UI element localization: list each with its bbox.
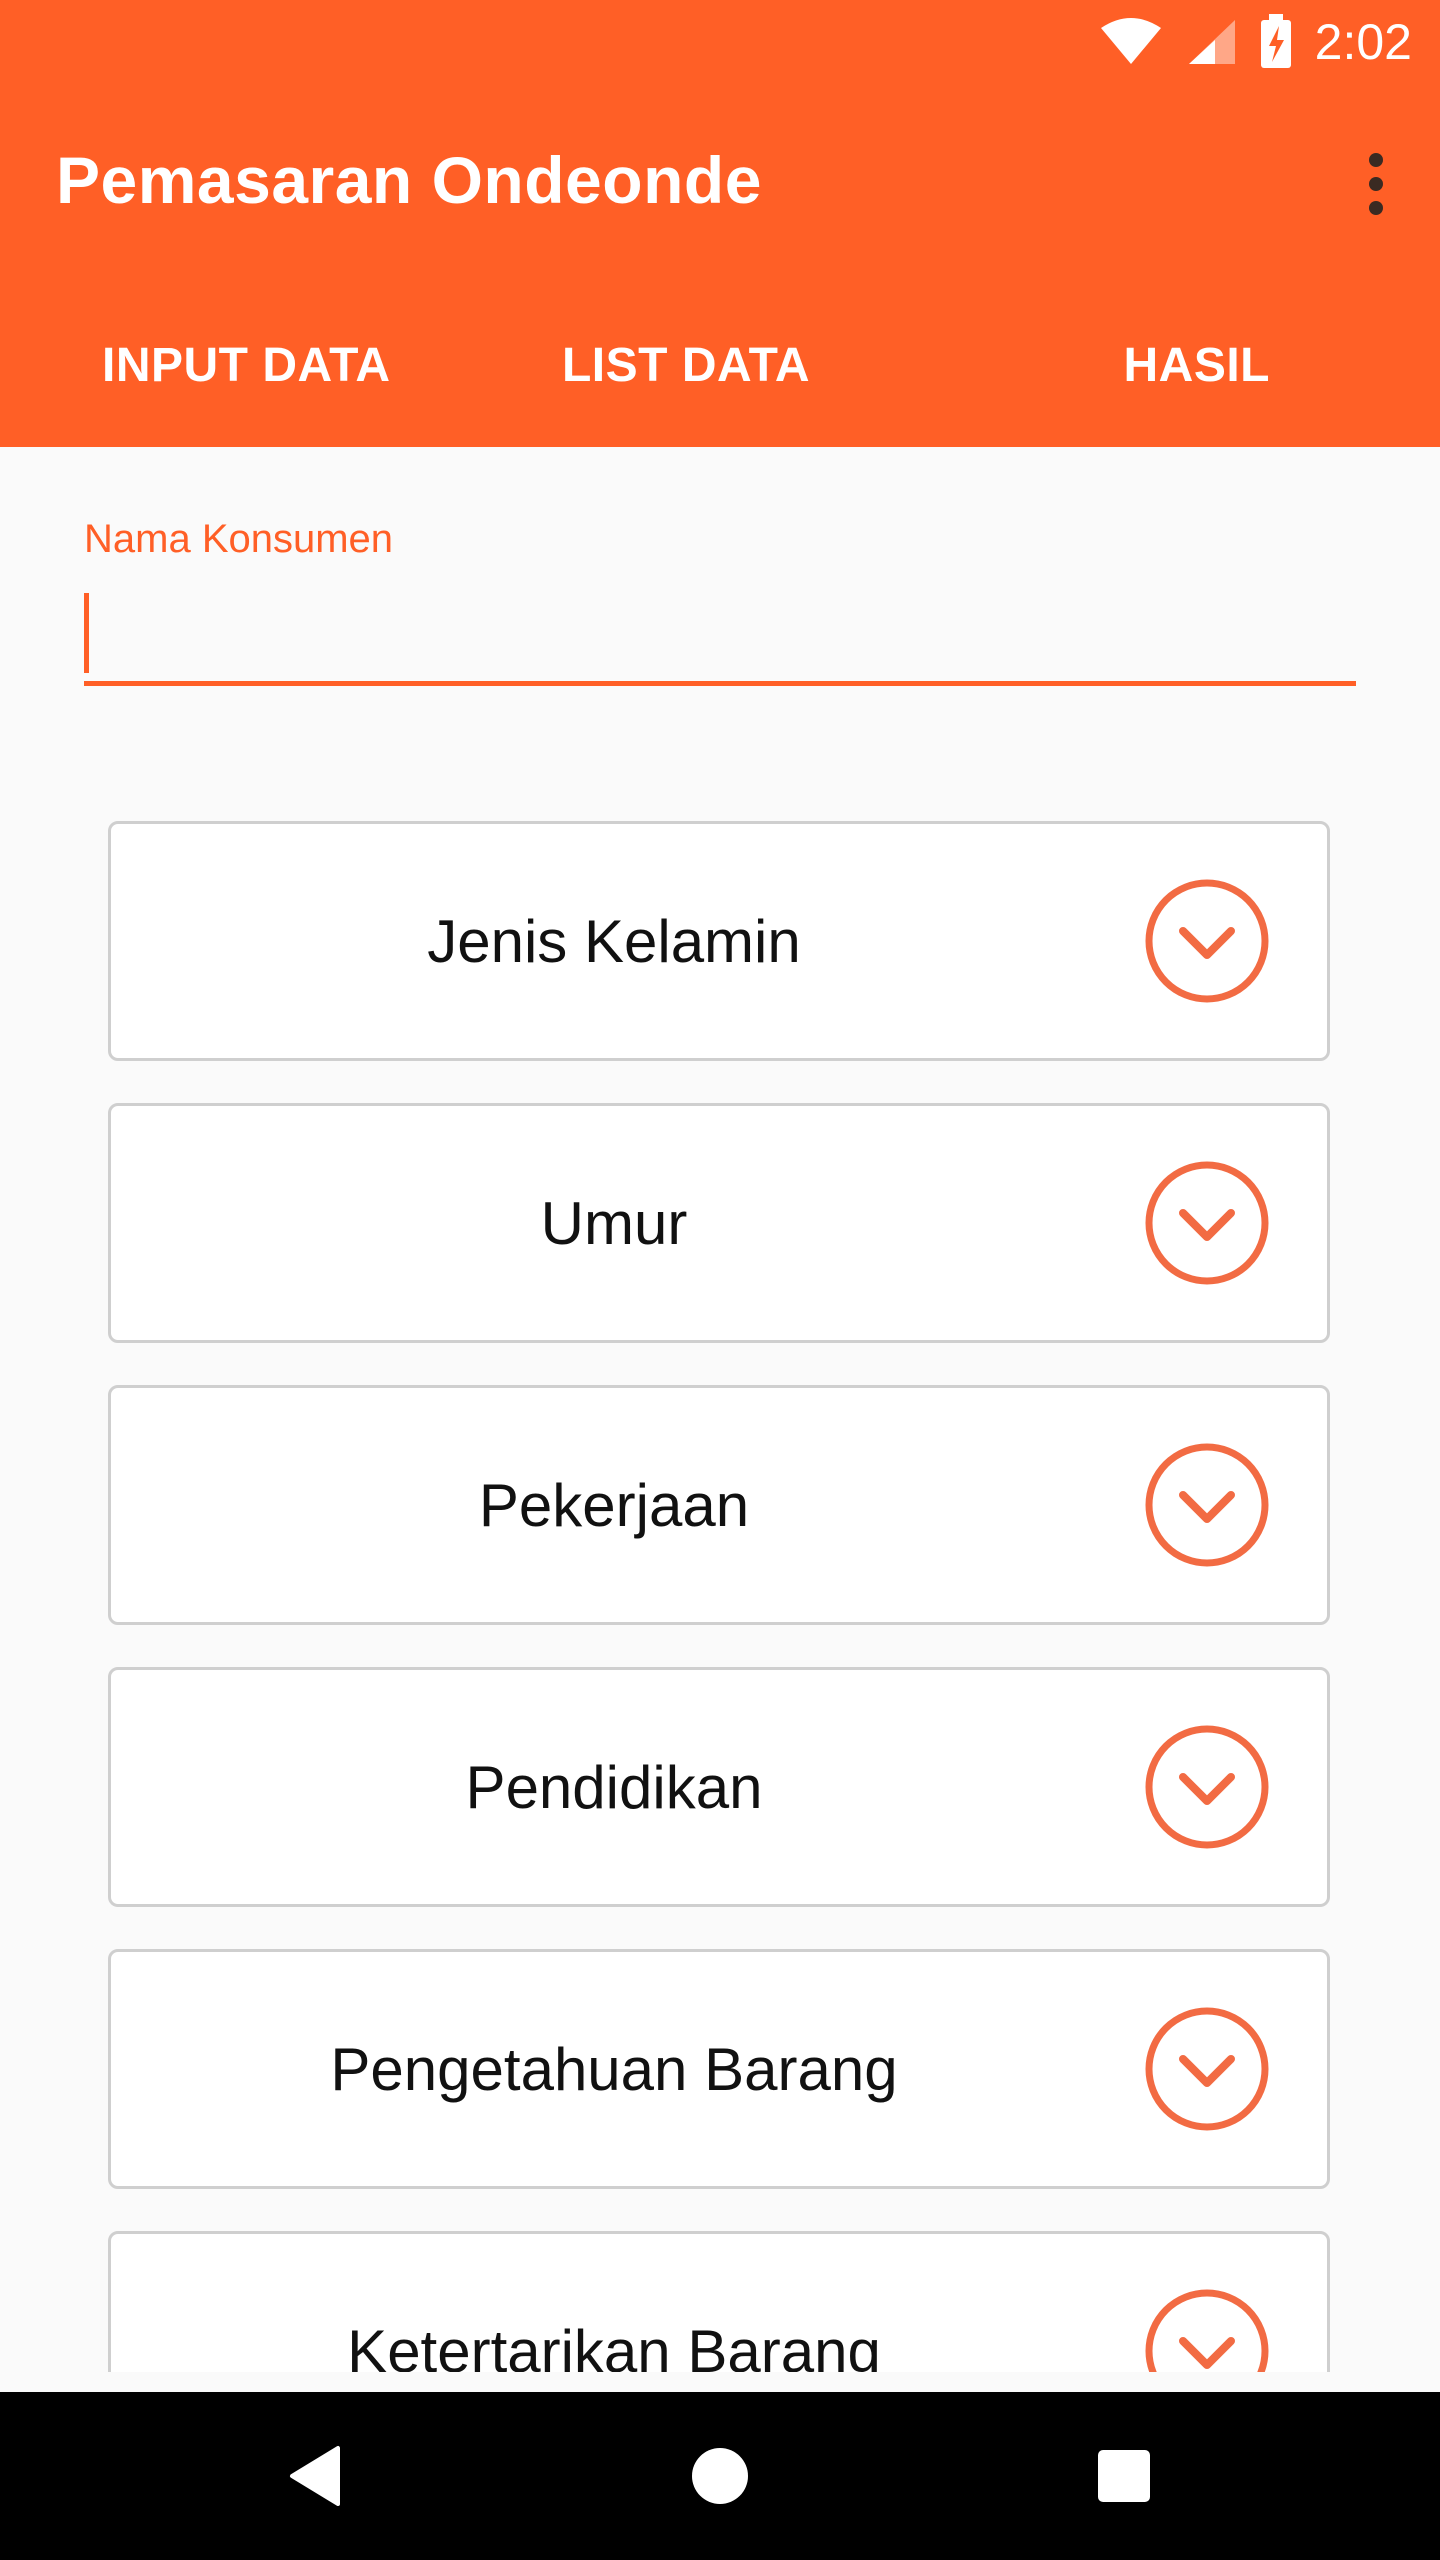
spinner-ketertarikan-barang[interactable]: Ketertarikan Barang	[108, 2231, 1330, 2372]
nama-konsumen-label: Nama Konsumen	[84, 517, 394, 561]
tab-bar: INPUT DATA LIST DATA HASIL	[0, 310, 1440, 420]
back-button[interactable]	[236, 2392, 396, 2560]
spinner-label: Umur	[540, 1189, 688, 1257]
spinner-pekerjaan[interactable]: Pekerjaan	[108, 1385, 1330, 1625]
chevron-down-circle-icon	[1145, 1161, 1269, 1285]
wifi-icon	[1100, 18, 1161, 64]
chevron-down-circle-icon	[1145, 1725, 1269, 1849]
spinner-pendidikan[interactable]: Pendidikan	[108, 1667, 1330, 1907]
input-form: Nama Konsumen Jenis Kelamin Umur Pekerja…	[0, 447, 1440, 2372]
spinner-label: Jenis Kelamin	[427, 907, 801, 975]
status-time: 2:02	[1314, 14, 1412, 70]
nama-konsumen-input[interactable]	[84, 589, 1360, 677]
chevron-down-circle-icon	[1145, 1443, 1269, 1567]
app-title: Pemasaran Ondeonde	[56, 143, 762, 217]
text-cursor	[84, 593, 89, 673]
recents-button[interactable]	[1044, 2392, 1204, 2560]
status-bar: 2:02	[0, 0, 1440, 84]
chevron-down-circle-icon	[1145, 879, 1269, 1003]
spinner-umur[interactable]: Umur	[108, 1103, 1330, 1343]
app-bar: 2:02 Pemasaran Ondeonde INPUT DATA LIST …	[0, 0, 1440, 447]
spinner-pengetahuan-barang[interactable]: Pengetahuan Barang	[108, 1949, 1330, 2189]
tab-hasil[interactable]: HASIL	[881, 310, 1440, 420]
battery-charging-icon	[1260, 14, 1291, 68]
back-icon	[290, 2446, 340, 2506]
spinner-label: Pendidikan	[465, 1753, 763, 1821]
more-vert-icon[interactable]	[1344, 140, 1408, 228]
signal-icon	[1188, 20, 1235, 64]
spinner-label: Ketertarikan Barang	[347, 2317, 881, 2373]
chevron-down-circle-icon	[1145, 2007, 1269, 2131]
navigation-bar	[0, 2392, 1440, 2560]
spinner-label: Pekerjaan	[478, 1471, 750, 1539]
input-underline	[84, 681, 1356, 686]
spinner-label: Pengetahuan Barang	[330, 2035, 898, 2103]
tab-input-data[interactable]: INPUT DATA	[0, 310, 491, 420]
recents-icon	[1098, 2450, 1150, 2502]
home-button[interactable]	[640, 2392, 800, 2560]
tab-list-data[interactable]: LIST DATA	[491, 310, 880, 420]
home-icon	[692, 2448, 748, 2504]
chevron-down-circle-icon	[1145, 2289, 1269, 2372]
spinner-jenis-kelamin[interactable]: Jenis Kelamin	[108, 821, 1330, 1061]
